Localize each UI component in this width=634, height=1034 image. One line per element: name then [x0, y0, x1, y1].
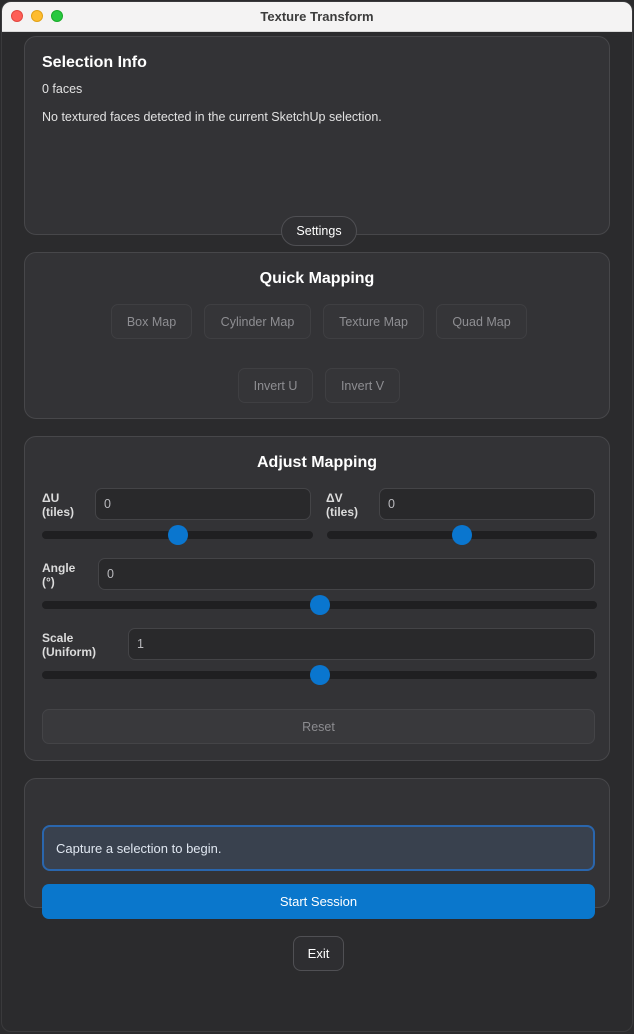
invert-v-button[interactable]: Invert V [325, 368, 400, 403]
invert-u-button[interactable]: Invert U [238, 368, 313, 403]
dv-slider-thumb[interactable] [452, 525, 472, 545]
du-label: ΔU (tiles) [42, 491, 74, 519]
angle-slider[interactable] [42, 595, 597, 615]
session-panel: Capture a selection to begin. Start Sess… [24, 778, 610, 919]
exit-button[interactable]: Exit [293, 936, 344, 971]
du-input[interactable]: 0 [95, 488, 311, 520]
status-message: Capture a selection to begin. [42, 825, 595, 871]
adjust-mapping-panel: Adjust Mapping ΔU (tiles) 0 ΔV (tiles) 0… [24, 436, 610, 761]
start-session-button[interactable]: Start Session [42, 884, 595, 919]
scale-input[interactable]: 1 [128, 628, 595, 660]
reset-button[interactable]: Reset [42, 709, 595, 744]
window-controls [11, 10, 63, 22]
quad-map-button[interactable]: Quad Map [436, 304, 527, 339]
scale-label-bottom: (Uniform) [42, 645, 96, 659]
dv-input[interactable]: 0 [379, 488, 595, 520]
du-label-bottom: (tiles) [42, 505, 75, 519]
minimize-window-button[interactable] [31, 10, 43, 22]
selection-info-panel: Selection Info 0 faces No textured faces… [24, 36, 610, 246]
app-window: Texture Transform Selection Info 0 faces… [1, 1, 633, 1032]
settings-button[interactable]: Settings [281, 216, 357, 246]
quick-mapping-heading: Quick Mapping [259, 270, 375, 287]
du-label-top: ΔU [42, 491, 60, 505]
cylinder-map-button[interactable]: Cylinder Map [204, 304, 311, 339]
angle-input[interactable]: 0 [98, 558, 595, 590]
du-slider-thumb[interactable] [167, 525, 188, 545]
close-window-button[interactable] [11, 10, 23, 22]
box-map-button[interactable]: Box Map [111, 304, 192, 339]
angle-label: Angle (°) [42, 561, 75, 589]
dv-label: ΔV (tiles) [326, 491, 358, 519]
dv-slider[interactable] [327, 525, 597, 545]
angle-label-top: Angle [42, 561, 76, 575]
title-bar: Texture Transform [2, 2, 632, 32]
zoom-window-button[interactable] [51, 10, 63, 22]
angle-slider-thumb[interactable] [309, 595, 330, 615]
scale-slider[interactable] [42, 665, 597, 685]
du-slider[interactable] [42, 525, 313, 545]
angle-label-bottom: (°) [42, 575, 55, 589]
scale-label-top: Scale [42, 631, 74, 645]
selection-message: No textured faces detected in the curren… [42, 110, 382, 124]
dv-label-top: ΔV [326, 491, 343, 505]
adjust-mapping-heading: Adjust Mapping [257, 454, 377, 471]
dv-label-bottom: (tiles) [326, 505, 359, 519]
window-title: Texture Transform [260, 9, 374, 24]
scale-slider-thumb[interactable] [309, 665, 330, 685]
face-count: 0 faces [42, 82, 83, 96]
selection-info-heading: Selection Info [42, 54, 147, 71]
scale-label: Scale (Uniform) [42, 631, 96, 659]
texture-map-button[interactable]: Texture Map [323, 304, 424, 339]
quick-mapping-panel: Quick Mapping Box Map Cylinder Map Textu… [24, 252, 610, 419]
